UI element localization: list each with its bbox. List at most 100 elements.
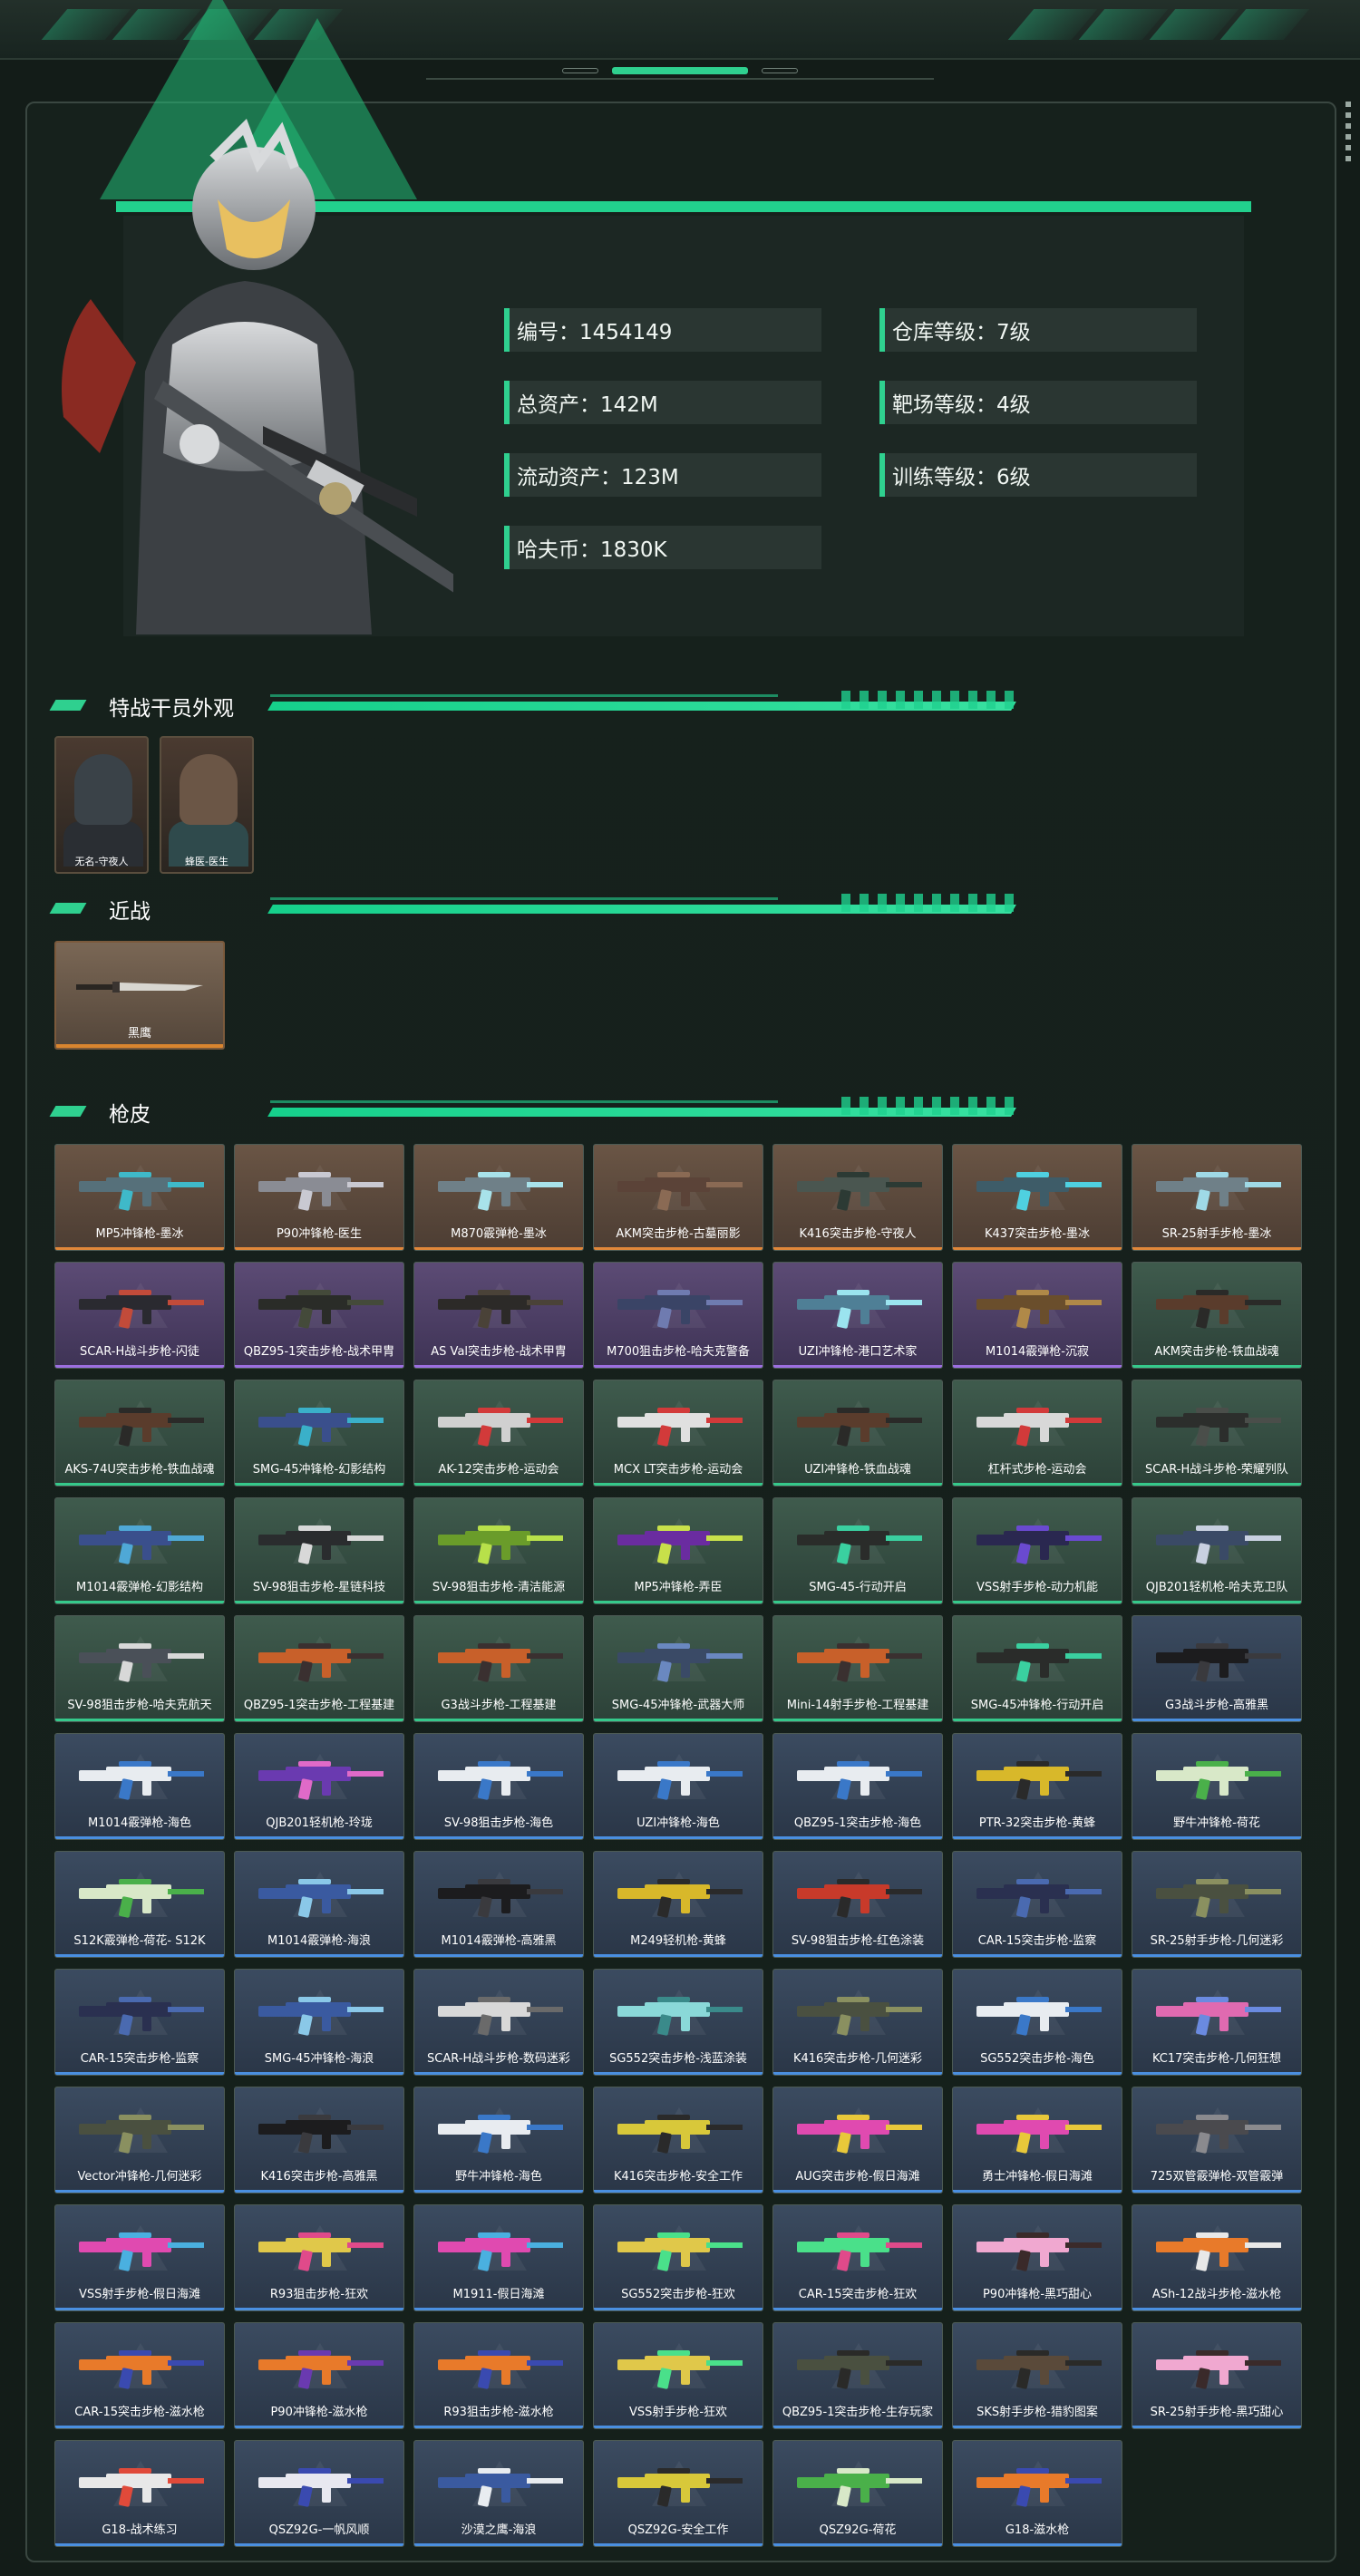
skin-name: M1014霰弹枪-沉寂 [986,1345,1089,1359]
skin-card[interactable]: K437突击步枪-墨冰 [952,1144,1122,1251]
gun-icon [79,1172,204,1211]
skin-card[interactable]: P90冲锋枪-医生 [234,1144,404,1251]
skin-card[interactable]: QSZ92G-安全工作 [593,2440,763,2547]
skin-card[interactable]: MP5冲锋枪-弄臣 [593,1497,763,1604]
skin-card[interactable]: P90冲锋枪-滋水枪 [234,2322,404,2429]
skin-card[interactable]: Mini-14射手步枪-工程基建 [772,1615,943,1722]
skin-card[interactable]: K416突击步枪-守夜人 [772,1144,943,1251]
skin-card[interactable]: QJB201轻机枪-哈夫克卫队 [1132,1497,1302,1604]
operator-card[interactable]: 无名-守夜人 [54,736,149,874]
skin-card[interactable]: QBZ95-1突击步枪-战术甲胄 [234,1262,404,1369]
gun-icon [976,2468,1102,2507]
stat-range-level-text: 靶场等级：4级 [892,393,1031,417]
skin-card[interactable]: QJB201轻机枪-玲珑 [234,1733,404,1840]
skin-card[interactable]: AS Val突击步枪-战术甲胄 [413,1262,584,1369]
operator-card[interactable]: 蜂医-医生 [160,736,254,874]
skin-card[interactable]: M1014霰弹枪-海浪 [234,1851,404,1958]
skin-card[interactable]: QSZ92G-一帆风顺 [234,2440,404,2547]
skin-card[interactable]: PTR-32突击步枪-黄蜂 [952,1733,1122,1840]
skin-card[interactable]: SCAR-H战斗步枪-荣耀列队 [1132,1380,1302,1487]
skin-card[interactable]: VSS射手步枪-动力机能 [952,1497,1122,1604]
skin-card[interactable]: VSS射手步枪-假日海滩 [54,2204,225,2311]
rarity-strip [414,2426,583,2428]
skin-card[interactable]: SMG-45冲锋枪-幻影结构 [234,1380,404,1487]
skin-card[interactable]: M1911-假日海滩 [413,2204,584,2311]
skin-card[interactable]: R93狙击步枪-滋水枪 [413,2322,584,2429]
rarity-strip [55,1601,224,1603]
skin-card[interactable]: MCX LT突击步枪-运动会 [593,1380,763,1487]
skin-card[interactable]: AKS-74U突击步枪-铁血战魂 [54,1380,225,1487]
skin-card[interactable]: SCAR-H战斗步枪-闪徒 [54,1262,225,1369]
skin-card[interactable]: G18-滋水枪 [952,2440,1122,2547]
skin-card[interactable]: K416突击步枪-几何迷彩 [772,1969,943,2076]
skin-card[interactable]: CAR-15突击步枪-滋水枪 [54,2322,225,2429]
skin-card[interactable]: M700狙击步枪-哈夫克警备 [593,1262,763,1369]
skin-card[interactable]: QBZ95-1突击步枪-生存玩家 [772,2322,943,2429]
skin-card[interactable]: SV-98狙击步枪-哈夫克航天 [54,1615,225,1722]
skin-card[interactable]: CAR-15突击步枪-狂欢 [772,2204,943,2311]
skin-card[interactable]: CAR-15突击步枪-监察 [54,1969,225,2076]
skin-card[interactable]: CAR-15突击步枪-监察 [952,1851,1122,1958]
skin-card[interactable]: SG552突击步枪-海色 [952,1969,1122,2076]
skin-card[interactable]: M870霰弹枪-墨冰 [413,1144,584,1251]
skin-card[interactable]: S12K霰弹枪-荷花- S12K [54,1851,225,1958]
skin-card[interactable]: M1014霰弹枪-沉寂 [952,1262,1122,1369]
skin-card[interactable]: SV-98狙击步枪-海色 [413,1733,584,1840]
skin-card[interactable]: AK-12突击步枪-运动会 [413,1380,584,1487]
skin-card[interactable]: ASh-12战斗步枪-滋水枪 [1132,2204,1302,2311]
skin-card[interactable]: 沙漠之鹰-海浪 [413,2440,584,2547]
skin-card[interactable]: SMG-45冲锋枪-海浪 [234,1969,404,2076]
skin-card[interactable]: P90冲锋枪-黑巧甜心 [952,2204,1122,2311]
skin-card[interactable]: SCAR-H战斗步枪-数码迷彩 [413,1969,584,2076]
skin-card[interactable]: M1014霰弹枪-幻影结构 [54,1497,225,1604]
skin-card[interactable]: Vector冲锋枪-几何迷彩 [54,2087,225,2193]
skin-card[interactable]: K416突击步枪-安全工作 [593,2087,763,2193]
skin-card[interactable]: M1014霰弹枪-海色 [54,1733,225,1840]
skin-card[interactable]: SMG-45-行动开启 [772,1497,943,1604]
skin-card[interactable]: M249轻机枪-黄蜂 [593,1851,763,1958]
skin-card[interactable]: 野牛冲锋枪-荷花 [1132,1733,1302,1840]
skin-card[interactable]: G3战斗步枪-工程基建 [413,1615,584,1722]
skin-card[interactable]: SR-25射手步枪-几何迷彩 [1132,1851,1302,1958]
skin-card[interactable]: SV-98狙击步枪-星链科技 [234,1497,404,1604]
skin-card[interactable]: QBZ95-1突击步枪-工程基建 [234,1615,404,1722]
skin-name: SG552突击步枪-浅蓝涂装 [609,2052,747,2066]
skin-card[interactable]: SR-25射手步枪-墨冰 [1132,1144,1302,1251]
skin-card[interactable]: UZI冲锋枪-海色 [593,1733,763,1840]
melee-item-card[interactable]: 黑鹰 [54,941,225,1050]
skin-card[interactable]: QSZ92G-荷花 [772,2440,943,2547]
skin-card[interactable]: AKM突击步枪-古墓丽影 [593,1144,763,1251]
skin-card[interactable]: SMG-45冲锋枪-武器大师 [593,1615,763,1722]
skin-card[interactable]: QBZ95-1突击步枪-海色 [772,1733,943,1840]
skin-card[interactable]: SV-98狙击步枪-红色涂装 [772,1851,943,1958]
skin-card[interactable]: UZI冲锋枪-港口艺术家 [772,1262,943,1369]
skin-card[interactable]: G3战斗步枪-高雅黑 [1132,1615,1302,1722]
skin-card[interactable]: 725双管霰弹枪-双管霰弹 [1132,2087,1302,2193]
skin-card[interactable]: 勇士冲锋枪-假日海滩 [952,2087,1122,2193]
skin-card[interactable]: SR-25射手步枪-黑巧甜心 [1132,2322,1302,2429]
skin-card[interactable]: SV-98狙击步枪-清洁能源 [413,1497,584,1604]
skin-card[interactable]: 野牛冲锋枪-海色 [413,2087,584,2193]
skin-card[interactable]: KC17突击步枪-几何狂想 [1132,1969,1302,2076]
skin-card[interactable]: R93狙击步枪-狂欢 [234,2204,404,2311]
skin-card[interactable]: K416突击步枪-高雅黑 [234,2087,404,2193]
rarity-strip [594,2426,763,2428]
skin-card[interactable]: 杠杆式步枪-运动会 [952,1380,1122,1487]
skin-card[interactable]: AUG突击步枪-假日海滩 [772,2087,943,2193]
skin-card[interactable]: UZI冲锋枪-铁血战魂 [772,1380,943,1487]
skin-card[interactable]: M1014霰弹枪-高雅黑 [413,1851,584,1958]
skin-card[interactable]: SG552突击步枪-浅蓝涂装 [593,1969,763,2076]
skin-card[interactable]: SG552突击步枪-狂欢 [593,2204,763,2311]
scroll-indicator[interactable] [1345,102,1351,165]
gun-icon [79,1290,204,1329]
rarity-strip [1132,1836,1301,1839]
skin-card[interactable]: VSS射手步枪-狂欢 [593,2322,763,2429]
skin-card[interactable]: G18-战术练习 [54,2440,225,2547]
skin-card[interactable]: SMG-45冲锋枪-行动开启 [952,1615,1122,1722]
skin-card[interactable]: MP5冲锋枪-墨冰 [54,1144,225,1251]
rarity-strip [414,1836,583,1839]
skin-card[interactable]: SKS射手步枪-猎豹图案 [952,2322,1122,2429]
rarity-strip [55,1836,224,1839]
skin-card[interactable]: AKM突击步枪-铁血战魂 [1132,1262,1302,1369]
gun-icon [617,1525,743,1564]
